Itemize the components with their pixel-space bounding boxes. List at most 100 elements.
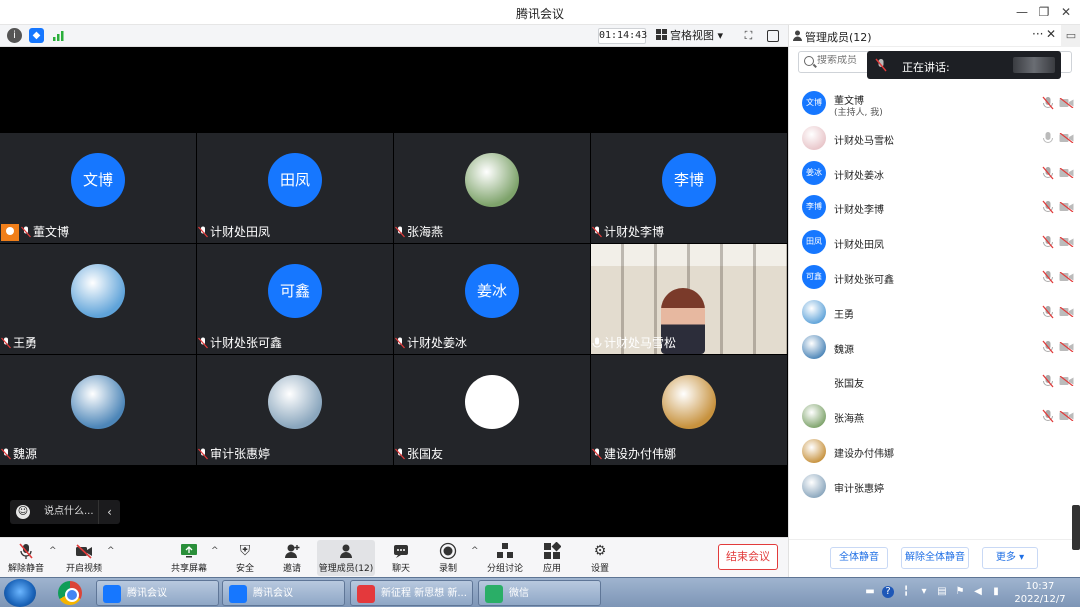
mic-icon[interactable] xyxy=(1042,131,1054,145)
help-icon[interactable]: ? xyxy=(882,586,894,598)
camera-off-icon[interactable] xyxy=(1059,341,1074,352)
chevron-up-icon[interactable]: ^ xyxy=(211,546,219,556)
collapse-chat-icon[interactable]: ‹ xyxy=(98,500,120,524)
record-icon xyxy=(439,542,457,560)
chevron-up-icon[interactable]: ^ xyxy=(107,546,115,556)
video-tile[interactable]: 魏源 xyxy=(0,355,196,465)
video-tile[interactable]: 计财处马雪松 xyxy=(591,244,787,354)
avatar: 姜冰 xyxy=(465,264,519,318)
mic-muted-icon[interactable] xyxy=(1042,340,1054,354)
mic-muted-icon[interactable] xyxy=(1042,305,1054,319)
video-tile[interactable]: 田凤 计财处田凤 xyxy=(197,133,393,243)
info-icon[interactable]: i xyxy=(7,28,22,43)
start-video-button[interactable]: 开启视频 xyxy=(60,540,108,576)
member-row[interactable]: 文博 董文博 (主持人, 我) xyxy=(789,87,1080,122)
breakout-button[interactable]: 分组讨论 xyxy=(481,540,529,576)
scrollbar[interactable] xyxy=(1072,505,1080,550)
member-row[interactable]: 田凤 计财处田凤 xyxy=(789,226,1080,261)
mic-muted-icon[interactable] xyxy=(1042,374,1054,388)
settings-button[interactable]: ⚙ 设置 xyxy=(576,540,624,576)
restore-icon[interactable]: ❐ xyxy=(1034,3,1054,21)
more-options-icon[interactable]: ··· xyxy=(1032,27,1043,41)
keyboard-icon[interactable]: ▬ xyxy=(864,586,876,598)
video-tile[interactable]: 可鑫 计财处张可鑫 xyxy=(197,244,393,354)
close-icon[interactable]: ✕ xyxy=(1056,3,1076,21)
member-row[interactable]: 审计张惠婷 xyxy=(789,470,1080,505)
camera-off-icon[interactable] xyxy=(1059,411,1074,422)
member-row[interactable]: 计财处马雪松 xyxy=(789,122,1080,157)
signal-icon[interactable]: ▮ xyxy=(990,586,1002,598)
taskbar-task[interactable]: 腾讯会议 xyxy=(96,580,219,606)
video-tile[interactable]: 张国友 xyxy=(394,355,590,465)
member-row[interactable]: 王勇 xyxy=(789,296,1080,331)
end-meeting-button[interactable]: 结束会议 xyxy=(718,544,778,570)
mic-muted-icon[interactable] xyxy=(1042,200,1054,214)
member-row[interactable]: 可鑫 计财处张可鑫 xyxy=(789,261,1080,296)
unmute-all-button[interactable]: 解除全体静音 xyxy=(901,547,969,569)
chevron-up-icon[interactable]: ^ xyxy=(471,546,479,556)
chevron-up-icon[interactable]: ^ xyxy=(49,546,57,556)
invite-button[interactable]: 邀请 xyxy=(268,540,316,576)
flag-icon[interactable]: ⚑ xyxy=(954,586,966,598)
more-button[interactable]: 更多 ▾ xyxy=(982,547,1038,569)
camera-off-icon[interactable] xyxy=(1059,272,1074,282)
camera-off-icon[interactable] xyxy=(1059,376,1074,387)
chrome-icon[interactable] xyxy=(58,581,82,605)
apps-button[interactable]: 应用 xyxy=(528,540,576,576)
video-tile[interactable]: 文博 董文博 xyxy=(0,133,196,243)
member-row[interactable]: 张国友 xyxy=(789,365,1080,400)
mic-muted-icon[interactable] xyxy=(1042,409,1054,423)
clock[interactable]: 10:37 2022/12/7 xyxy=(1010,580,1070,606)
video-tile[interactable]: 审计张惠婷 xyxy=(197,355,393,465)
manage-members-button[interactable]: 管理成员(12) xyxy=(317,540,375,576)
video-tile[interactable]: 建设办付伟娜 xyxy=(591,355,787,465)
mic-muted-icon[interactable] xyxy=(1042,235,1054,249)
member-row[interactable]: 姜冰 计财处姜冰 xyxy=(789,157,1080,192)
mic-muted-icon[interactable] xyxy=(1042,166,1054,180)
camera-off-icon[interactable] xyxy=(1059,306,1074,317)
member-row[interactable]: 建设办付伟娜 xyxy=(789,435,1080,470)
camera-off-icon[interactable] xyxy=(1059,98,1074,108)
unmute-button[interactable]: 解除静音 xyxy=(2,540,50,576)
participant-name-label: 建设办付伟娜 xyxy=(592,446,676,463)
security-button[interactable]: ⛨ 安全 xyxy=(221,540,269,576)
video-tile[interactable]: 姜冰 计财处姜冰 xyxy=(394,244,590,354)
video-tile[interactable]: 李博 计财处李博 xyxy=(591,133,787,243)
member-name: 张国友 xyxy=(834,379,864,391)
chat-input[interactable]: ☺ 说点什么... ‹ xyxy=(10,500,120,524)
mic-muted-icon[interactable] xyxy=(1042,96,1054,110)
minimize-icon[interactable]: — xyxy=(1012,3,1032,21)
member-row[interactable]: 张海燕 xyxy=(789,400,1080,435)
video-tile[interactable]: 张海燕 xyxy=(394,133,590,243)
sidebar-toggle-icon[interactable] xyxy=(767,30,779,42)
shield-icon[interactable]: ◆ xyxy=(29,28,44,43)
shield-icon: ⛨ xyxy=(239,543,251,559)
camera-off-icon[interactable] xyxy=(1059,167,1074,178)
camera-off-icon[interactable] xyxy=(1059,237,1074,248)
notepad-icon[interactable]: ▤ xyxy=(936,586,948,598)
chevron-down-icon[interactable]: ▾ xyxy=(918,586,930,598)
chat-button[interactable]: 聊天 xyxy=(377,540,425,576)
share-screen-button[interactable]: 共享屏幕 xyxy=(165,540,213,576)
network-icon[interactable]: ╏ xyxy=(900,586,912,598)
view-mode-dropdown[interactable]: 宫格视图 ▾ xyxy=(656,28,732,44)
speaker-icon[interactable]: ◀ xyxy=(972,586,984,598)
member-row[interactable]: 李博 计财处李博 xyxy=(789,191,1080,226)
mic-muted-icon[interactable] xyxy=(1042,270,1054,284)
pop-out-icon[interactable]: ▭ xyxy=(1061,25,1080,47)
start-button[interactable] xyxy=(4,579,36,607)
camera-off-icon[interactable] xyxy=(1059,202,1074,213)
mute-all-button[interactable]: 全体静音 xyxy=(830,547,888,569)
taskbar-task[interactable]: 腾讯会议 xyxy=(222,580,345,606)
fullscreen-icon[interactable]: ⛶ xyxy=(742,29,755,42)
emoji-icon[interactable]: ☺ xyxy=(16,505,30,519)
video-tile[interactable]: 王勇 xyxy=(0,244,196,354)
camera-off-icon[interactable] xyxy=(1059,132,1074,143)
member-row[interactable]: 魏源 xyxy=(789,331,1080,366)
taskbar-task[interactable]: 微信 xyxy=(478,580,601,606)
close-panel-icon[interactable]: ✕ xyxy=(1046,27,1056,41)
taskbar-task[interactable]: 新征程 新思想 新... xyxy=(350,580,473,606)
signal-icon[interactable] xyxy=(51,28,66,43)
avatar: 文博 xyxy=(71,153,125,207)
record-button[interactable]: 录制 xyxy=(424,540,472,576)
